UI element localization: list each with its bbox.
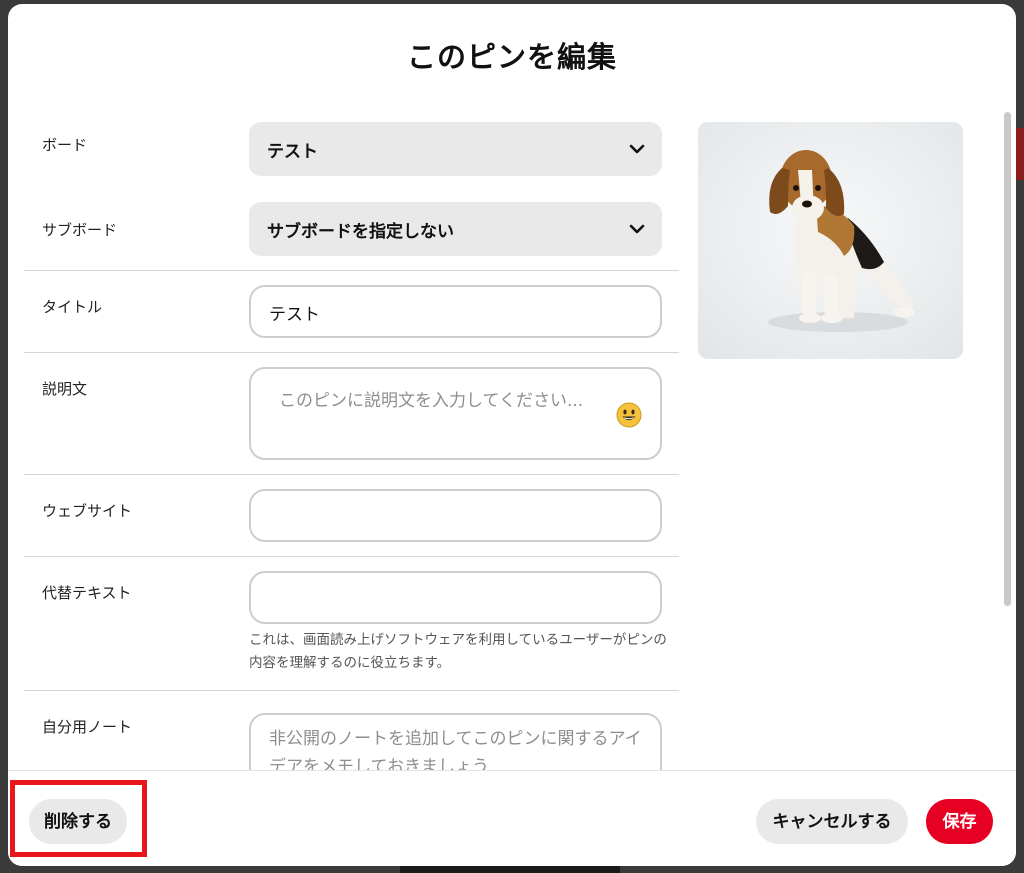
board-label: ボード: [42, 136, 88, 154]
emoji-icon[interactable]: [616, 402, 642, 428]
description-placeholder: このピンに説明文を入力してください...: [279, 391, 584, 411]
note-placeholder: 非公開のノートを追加してこのピンに関するアイデアをメモしておきましょう: [269, 729, 642, 770]
delete-button-highlight: [10, 780, 147, 857]
modal-title: このピンを編集: [406, 40, 617, 74]
edit-pin-modal: このピンを編集 ボード テスト サブボード サブボードを指定しない タイトル テ…: [8, 4, 1016, 866]
cancel-button[interactable]: キャンセルする: [756, 799, 908, 844]
title-label: タイトル: [42, 298, 103, 316]
beagle-image: [698, 122, 963, 359]
divider: [24, 352, 679, 353]
note-input[interactable]: 非公開のノートを追加してこのピンに関するアイデアをメモしておきましょう: [249, 713, 662, 770]
title-value: テスト: [269, 305, 320, 325]
description-label: 説明文: [42, 380, 88, 398]
website-label: ウェブサイト: [42, 502, 133, 520]
divider: [24, 556, 679, 557]
chevron-down-icon: [629, 224, 645, 234]
pin-preview-image: [698, 122, 963, 359]
divider: [24, 690, 679, 691]
scrollbar-thumb[interactable]: [1004, 112, 1011, 606]
modal-footer: 削除する キャンセルする 保存: [8, 770, 1016, 866]
alt-text-label: 代替テキスト: [42, 584, 132, 602]
alt-text-input[interactable]: [249, 571, 662, 624]
description-input[interactable]: このピンに説明文を入力してください...: [249, 367, 662, 460]
board-select[interactable]: テスト: [249, 122, 662, 176]
title-input[interactable]: テスト: [249, 285, 662, 338]
chevron-down-icon: [629, 144, 645, 154]
board-value: テスト: [267, 142, 318, 162]
save-button[interactable]: 保存: [926, 799, 993, 844]
alt-text-help: これは、画面読み上げソフトウェアを利用しているユーザーがピンの内容を理解するのに…: [249, 632, 667, 671]
subboard-label: サブボード: [42, 221, 118, 239]
divider: [24, 474, 679, 475]
form-scroll-area[interactable]: ボード テスト サブボード サブボードを指定しない タイトル テスト 説明文 こ…: [8, 102, 1016, 770]
subboard-value: サブボードを指定しない: [267, 222, 454, 242]
background-fragment: [400, 866, 620, 873]
subboard-select[interactable]: サブボードを指定しない: [249, 202, 662, 256]
divider: [24, 270, 679, 271]
website-input[interactable]: [249, 489, 662, 542]
note-label: 自分用ノート: [42, 718, 133, 736]
